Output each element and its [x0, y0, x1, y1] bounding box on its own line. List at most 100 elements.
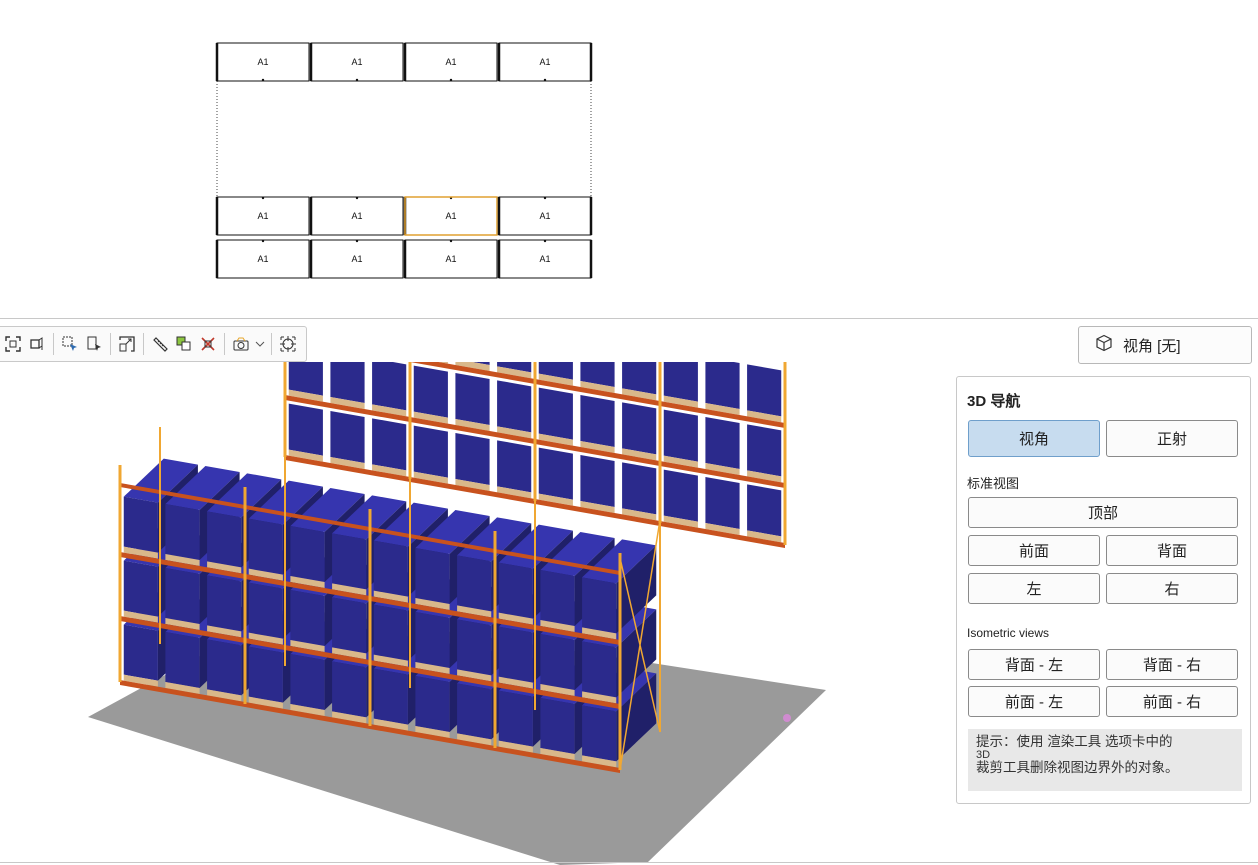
pallet-load: [413, 425, 448, 484]
pallet-front: [123, 624, 158, 681]
pallet-front: [165, 631, 200, 689]
pallet-load: [622, 362, 657, 401]
top-view-button[interactable]: 顶部: [968, 497, 1238, 528]
plan-cell[interactable]: A1: [497, 42, 592, 82]
plan-cell-label: A1: [539, 57, 550, 67]
pallet-front: [207, 575, 242, 632]
back-view-button[interactable]: 背面: [1106, 535, 1238, 566]
pallet-load: [705, 362, 740, 416]
orthographic-button[interactable]: 正射: [1106, 420, 1238, 457]
copy-icon[interactable]: [172, 331, 196, 357]
right-view-button[interactable]: 右: [1106, 573, 1238, 604]
plan-cell[interactable]: A1: [309, 42, 404, 82]
back-right-view-button[interactable]: 背面 - 右: [1106, 649, 1238, 680]
pallet-front: [372, 418, 407, 471]
pallet-front: [373, 604, 408, 661]
plan-marker: [355, 78, 359, 82]
origin-marker: [783, 714, 791, 722]
plan-cell-label: A1: [539, 254, 550, 264]
pallet-front: [290, 525, 325, 583]
pallet-front: [538, 447, 573, 500]
dropdown-chevron-icon[interactable]: [253, 331, 267, 357]
front-left-view-button[interactable]: 前面 - 左: [968, 686, 1100, 717]
pallet-front: [580, 394, 615, 448]
plan-cell[interactable]: A1: [497, 239, 592, 279]
pallet-front: [540, 633, 575, 691]
pallet-front: [497, 380, 532, 433]
pallet-front: [747, 484, 782, 537]
pallet-load: [747, 424, 782, 483]
pallet-front: [123, 560, 158, 617]
pallet-front: [332, 533, 367, 590]
pallet-load: [330, 362, 365, 410]
view-selector-label: 视角 [无]: [1123, 337, 1181, 355]
pallet-front: [663, 409, 698, 462]
tip-box: 提示：使用 渲染工具 选项卡中的 3D 裁剪工具删除视图边界外的对象。: [968, 729, 1242, 791]
fit-view-icon[interactable]: [115, 331, 139, 357]
pallet-front: [457, 619, 492, 676]
pallet-load: [622, 402, 657, 461]
left-view-button[interactable]: 左: [968, 573, 1100, 604]
toolbar-separator: [271, 333, 272, 355]
pallet-front: [372, 362, 407, 411]
pallet-load: [538, 447, 573, 506]
pallet-front: [413, 365, 448, 418]
center-view-icon[interactable]: [276, 331, 300, 357]
pallet-front: [248, 646, 283, 703]
pallet-load: [622, 462, 657, 521]
3d-navigation-panel: 3D 导航 视角 正射 标准视图 顶部 前面 背面 左 右 Isometric …: [956, 376, 1251, 804]
pallet-front: [582, 641, 617, 698]
plan-marker: [543, 239, 547, 243]
pallet-load: [413, 365, 448, 424]
plan-cell-label: A1: [257, 254, 268, 264]
plan-cell[interactable]: A1: [215, 239, 310, 279]
plan-cell-label: A1: [351, 254, 362, 264]
plan-cell[interactable]: A1: [309, 239, 404, 279]
camera-icon[interactable]: [229, 331, 253, 357]
plan-marker: [355, 239, 359, 243]
pallet-load: [663, 469, 698, 528]
3d-viewport[interactable]: [0, 362, 950, 865]
pallet-front: [622, 402, 657, 455]
front-right-view-button[interactable]: 前面 - 右: [1106, 686, 1238, 717]
select-by-label-icon[interactable]: [82, 331, 106, 357]
pallet-load: [497, 440, 532, 499]
delete-icon[interactable]: [196, 331, 220, 357]
pallet-load: [705, 476, 740, 536]
pallet-front: [457, 683, 492, 740]
plan-cell[interactable]: A1: [403, 42, 498, 82]
viewport-toolbar: [0, 326, 307, 362]
measure-icon[interactable]: [148, 331, 172, 357]
plan-cell[interactable]: A1: [215, 42, 310, 82]
pallet-front: [413, 425, 448, 478]
pallet-load: [372, 362, 407, 417]
plan-cell[interactable]: A1: [497, 196, 592, 236]
pallet-front: [498, 562, 533, 619]
pallet-load: [455, 432, 490, 492]
select-icon[interactable]: [58, 331, 82, 357]
pallet-load: [372, 418, 407, 477]
pallet-front: [582, 577, 617, 634]
back-left-view-button[interactable]: 背面 - 左: [968, 649, 1100, 680]
plan-cell[interactable]: A1: [215, 196, 310, 236]
plan-view[interactable]: A1 A1 A1 A1 A1 A1 A1 A1 A1 A1 A1 A1: [0, 0, 1258, 318]
front-view-button[interactable]: 前面: [968, 535, 1100, 566]
plan-cell[interactable]: A1: [403, 239, 498, 279]
perspective-button[interactable]: 视角: [968, 420, 1100, 457]
cube-icon: [1095, 334, 1113, 356]
pallet-front: [415, 675, 450, 733]
zoom-extents-icon[interactable]: [1, 331, 25, 357]
plan-cell-selected[interactable]: A1: [403, 196, 498, 236]
toolbar-separator: [110, 333, 111, 355]
pallet-load: [580, 454, 615, 514]
pallet-load: [747, 364, 782, 423]
pallet-front: [332, 661, 367, 718]
pallet-load: [705, 416, 740, 476]
pallet-front: [497, 440, 532, 493]
zoom-window-icon[interactable]: [25, 331, 49, 357]
plan-cell-label: A1: [351, 57, 362, 67]
toolbar-separator: [224, 333, 225, 355]
view-selector-button[interactable]: 视角 [无]: [1078, 326, 1252, 364]
plan-cell[interactable]: A1: [309, 196, 404, 236]
plan-marker: [355, 196, 359, 200]
